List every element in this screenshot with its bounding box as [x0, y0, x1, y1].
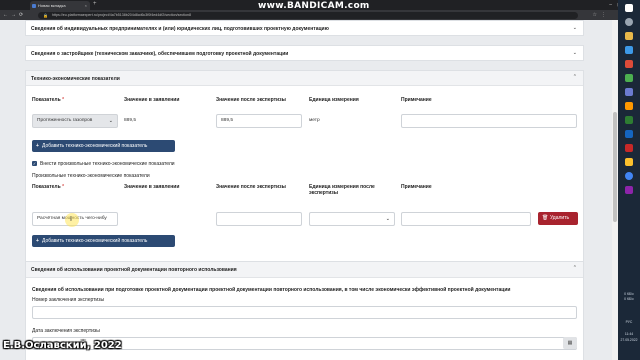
chevron-down-icon: ⌄ [385, 216, 390, 222]
chevron-up-icon[interactable]: ⌃ [573, 74, 577, 80]
app-icon[interactable] [625, 116, 633, 124]
lock-icon: 🔒 [43, 12, 48, 18]
indicator-select[interactable]: Протяженность газопров ⌄ [32, 114, 118, 128]
page-content: Сведения об индивидуальных предпринимате… [0, 20, 612, 360]
section-individuals-title: Сведения об индивидуальных предпринимате… [31, 26, 329, 32]
custom-note-input[interactable] [401, 212, 531, 226]
app-icon[interactable] [625, 74, 633, 82]
app-icon[interactable] [625, 60, 633, 68]
custom-unit-select[interactable]: ⌄ [309, 212, 395, 226]
add-tep-button[interactable]: + Добавить технико-экономический показат… [32, 140, 175, 152]
url-field[interactable]: 🔒 https://eu.platformaexpert.ru/project/… [38, 11, 578, 19]
reuse-question: Сведения об использовании при подготовке… [32, 287, 511, 293]
delete-label: Удалить [550, 215, 570, 221]
clock-date[interactable]: 27.05.2022 [619, 338, 639, 342]
custom-tep-checkbox-label: Внести произвольные технико-экономически… [40, 161, 175, 167]
value-after-expertise-input[interactable]: 889,5 [216, 114, 302, 128]
app-icon[interactable] [625, 144, 633, 152]
app-icon[interactable] [625, 102, 633, 110]
trash-icon: 🗑 [542, 215, 549, 221]
address-bar: ←→⟳ 🔒 https://eu.platformaexpert.ru/proj… [0, 10, 640, 20]
scrollbar-thumb[interactable] [613, 112, 617, 222]
net-down: 0 КБ/с [624, 297, 634, 301]
net-up: 0 КБ/с [624, 292, 634, 296]
language-indicator[interactable]: РУС [619, 320, 639, 324]
browser-menu-icons[interactable]: ☆⋮ [593, 11, 610, 19]
text-cursor-icon: I [70, 216, 72, 223]
app-icon[interactable] [625, 46, 633, 54]
custom-header-after-expertise: Значение после экспертизы [216, 184, 286, 190]
author-watermark: Е.В.Ославский, 2022 [3, 340, 122, 351]
chevron-down-icon[interactable]: ⌄ [573, 25, 577, 31]
section-reuse-header[interactable]: Сведения об использовании проектной доку… [26, 262, 583, 278]
new-tab-icon[interactable]: + [93, 1, 97, 7]
explorer-icon[interactable] [625, 32, 633, 40]
url-text: https://eu.platformaexpert.ru/project/4a… [52, 12, 192, 17]
chevron-up-icon[interactable]: ⌃ [573, 265, 577, 271]
expertise-number-input[interactable] [32, 306, 577, 319]
tab-close-icon[interactable]: × [85, 1, 87, 10]
add-custom-tep-label: Добавить технико-экономический показател… [42, 238, 148, 244]
header-unit: Единица измерения [309, 97, 359, 103]
section-tep-header[interactable]: Технико-экономические показатели ⌃ [26, 71, 583, 86]
nav-buttons-icon[interactable]: ←→⟳ [3, 11, 26, 19]
unit-value: метр [309, 118, 320, 123]
value-after-expertise-text: 889,5 [221, 118, 234, 123]
plus-icon: + [36, 143, 39, 149]
section-developer-title: Сведения о застройщике (техническом зака… [31, 51, 289, 57]
custom-header-unit: Единица измерения после экспертизы [309, 184, 375, 196]
chevron-down-icon[interactable]: ⌄ [573, 50, 577, 56]
value-in-application: 889,5 [124, 118, 137, 123]
section-tep-title: Технико-экономические показатели [31, 76, 120, 82]
add-custom-tep-button[interactable]: + Добавить технико-экономический показат… [32, 235, 175, 247]
chrome-icon[interactable] [625, 172, 633, 180]
header-note: Примечание [401, 97, 432, 103]
tab-title: Новая вкладка [38, 3, 66, 8]
tab-favicon-icon [32, 3, 36, 8]
expertise-number-label: Номер заключения экспертизы [32, 297, 105, 303]
calendar-icon[interactable]: ▦ [563, 337, 577, 349]
app-icon[interactable] [625, 130, 633, 138]
expertise-date-label: Дата заключения экспертизы [32, 328, 100, 334]
custom-tep-title: Произвольные технико-экономические показ… [32, 173, 150, 179]
chevron-down-icon: ⌄ [108, 118, 113, 124]
section-individuals[interactable]: Сведения об индивидуальных предпринимате… [25, 20, 584, 36]
note-input[interactable] [401, 114, 577, 128]
section-reuse-title: Сведения об использовании проектной доку… [31, 267, 237, 273]
custom-header-indicator: Показатель * [32, 184, 65, 190]
indicator-select-value: Протяженность газопров [37, 118, 93, 123]
header-in-application: Значение в заявлении [124, 97, 180, 103]
browser-titlebar: Новая вкладка × + www.BANDICAM.com –▢✕ [0, 0, 640, 11]
app-icon[interactable] [625, 88, 633, 96]
custom-header-in-application: Значение в заявлении [124, 184, 180, 190]
search-icon[interactable] [625, 18, 633, 26]
header-after-expertise: Значение после экспертизы [216, 97, 286, 103]
windows-taskbar: 0 КБ/с 0 КБ/с РУС 11:44 27.05.2022 [618, 0, 640, 360]
cursor-highlight [65, 213, 79, 227]
section-developer[interactable]: Сведения о застройщике (техническом зака… [25, 45, 584, 61]
custom-tep-checkbox[interactable]: ✓ [32, 161, 37, 166]
delete-button[interactable]: 🗑 Удалить [538, 212, 578, 225]
section-tep: Технико-экономические показатели ⌃ Показ… [25, 70, 584, 270]
browser-tab[interactable]: Новая вкладка × [30, 1, 90, 10]
custom-after-expertise-input[interactable] [216, 212, 302, 226]
app-icon[interactable] [625, 186, 633, 194]
custom-header-note: Примечание [401, 184, 432, 190]
start-icon[interactable] [625, 4, 633, 12]
add-tep-label: Добавить технико-экономический показател… [42, 143, 148, 149]
header-indicator: Показатель * [32, 97, 65, 103]
plus-icon: + [36, 238, 39, 244]
clock-time[interactable]: 11:44 [619, 332, 639, 336]
app-icon[interactable] [625, 158, 633, 166]
